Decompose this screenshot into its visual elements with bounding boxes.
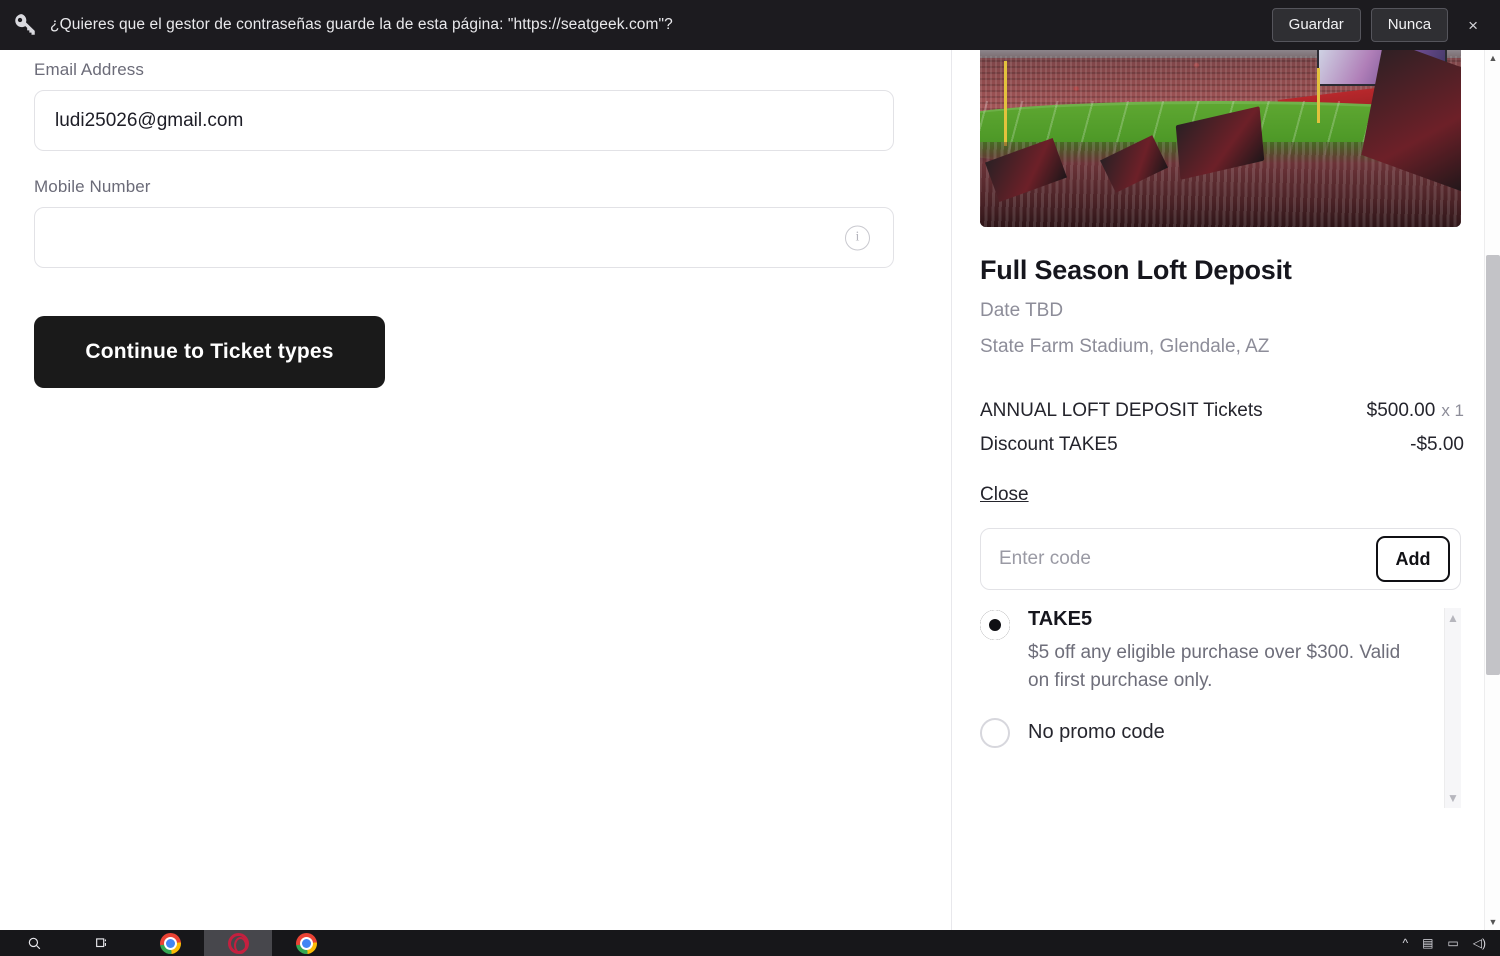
mobile-input-wrap: i (34, 207, 894, 268)
network-icon[interactable]: ▤ (1422, 937, 1433, 949)
screen: ¿Quieres que el gestor de contraseñas gu… (0, 0, 1500, 956)
chevron-up-icon[interactable]: ^ (1402, 937, 1408, 949)
order-line-qty: x 1 (1441, 401, 1464, 420)
event-title: Full Season Loft Deposit (980, 255, 1292, 285)
discount-line-value: -$5.00 (1410, 434, 1464, 455)
radio-selected-icon[interactable] (980, 610, 1010, 640)
promo-code-input[interactable] (981, 548, 1376, 570)
add-promo-button[interactable]: Add (1376, 536, 1450, 582)
taskbar-search-icon[interactable] (0, 930, 68, 956)
taskbar-opera-icon[interactable] (204, 930, 272, 956)
never-save-button[interactable]: Nunca (1370, 8, 1449, 42)
scroll-up-arrow-icon[interactable]: ▲ (1485, 50, 1500, 66)
mobile-input[interactable] (34, 207, 894, 268)
taskbar-task-view-icon[interactable] (68, 930, 136, 956)
close-promo-link[interactable]: Close (980, 484, 1029, 506)
order-line-label: ANNUAL LOFT DEPOSIT Tickets (980, 400, 1263, 421)
promo-option-name: No promo code (1028, 720, 1165, 743)
promo-options-list: TAKE5 $5 off any eligible purchase over … (980, 608, 1461, 808)
close-notification-icon[interactable]: × (1458, 13, 1488, 38)
chevron-down-icon[interactable]: ▼ (1447, 792, 1459, 804)
volume-icon[interactable]: ◁) (1473, 937, 1486, 949)
email-field-group: Email Address (34, 60, 951, 151)
chevron-up-icon[interactable]: ▲ (1447, 612, 1459, 624)
taskbar-chrome-icon[interactable] (136, 930, 204, 956)
continue-to-ticket-types-button[interactable]: Continue to Ticket types (34, 316, 385, 388)
order-lines: ANNUAL LOFT DEPOSIT Tickets $500.00 x 1 … (980, 400, 1464, 456)
scrollbar-thumb[interactable] (1486, 255, 1500, 675)
password-manager-notification-bar: ¿Quieres que el gestor de contraseñas gu… (0, 0, 1500, 50)
battery-icon[interactable]: ▭ (1447, 937, 1458, 949)
email-label: Email Address (34, 60, 144, 79)
browser-scrollbar[interactable]: ▲ ▼ (1484, 50, 1500, 930)
order-line-row: Discount TAKE5 -$5.00 (980, 434, 1464, 456)
notification-actions: Guardar Nunca × (1271, 8, 1488, 42)
mobile-label: Mobile Number (34, 177, 151, 196)
system-tray: ^ ▤ ▭ ◁) (1402, 937, 1500, 949)
event-venue: State Farm Stadium, Glendale, AZ (980, 336, 1270, 357)
radio-unselected-icon[interactable] (980, 718, 1010, 749)
promo-option-name: TAKE5 (1028, 608, 1093, 630)
key-icon (8, 8, 42, 42)
order-line-row: ANNUAL LOFT DEPOSIT Tickets $500.00 x 1 (980, 400, 1464, 422)
taskbar: ^ ▤ ▭ ◁) (0, 930, 1500, 956)
email-input[interactable] (34, 90, 894, 151)
checkout-form: Email Address Mobile Number i Continue t… (0, 50, 951, 930)
mobile-field-group: Mobile Number i (34, 177, 951, 268)
event-hero-image (980, 50, 1461, 227)
promo-option-none[interactable]: No promo code (980, 716, 1461, 749)
taskbar-chrome-icon-2[interactable] (272, 930, 340, 956)
page-content: Email Address Mobile Number i Continue t… (0, 50, 1484, 930)
order-line-value: $500.00 (1366, 400, 1436, 421)
save-password-button[interactable]: Guardar (1271, 8, 1361, 42)
promo-code-input-wrap: Add (980, 528, 1461, 590)
notification-message: ¿Quieres que el gestor de contraseñas gu… (50, 16, 673, 33)
discount-line-label: Discount TAKE5 (980, 434, 1118, 455)
promo-option-take5[interactable]: TAKE5 $5 off any eligible purchase over … (980, 608, 1461, 694)
info-icon[interactable]: i (845, 225, 870, 250)
email-input-wrap (34, 90, 894, 151)
scroll-down-arrow-icon[interactable]: ▼ (1485, 914, 1500, 930)
event-date: Date TBD (980, 300, 1064, 321)
promo-list-scrollbar[interactable]: ▲ ▼ (1444, 608, 1461, 808)
order-summary-panel: Full Season Loft Deposit Date TBD State … (952, 50, 1484, 930)
promo-option-description: $5 off any eligible purchase over $300. … (1028, 642, 1401, 691)
